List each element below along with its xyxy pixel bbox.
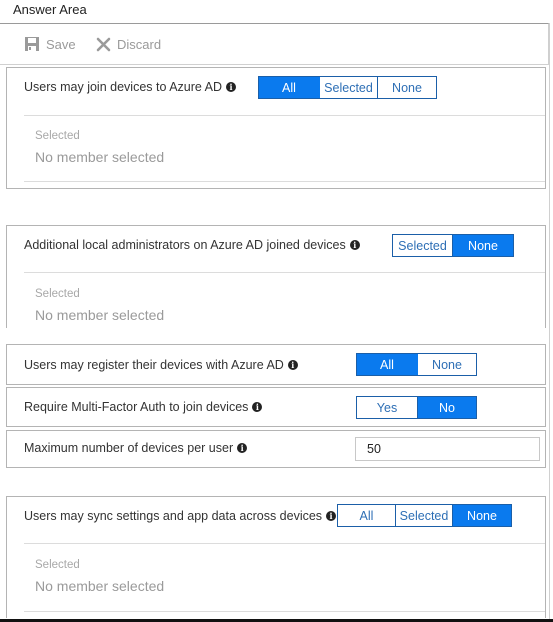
save-button[interactable]: Save: [24, 35, 76, 53]
sync-settings-option-none[interactable]: None: [452, 505, 511, 526]
register-devices-toggle: All None: [356, 353, 477, 376]
join-devices-toggle: All Selected None: [258, 76, 437, 99]
local-admins-toggle: Selected None: [392, 234, 514, 257]
divider: [24, 272, 545, 273]
max-devices-panel: Maximum number of devices per user i 50: [6, 430, 546, 468]
register-devices-panel: Users may register their devices with Az…: [6, 344, 546, 385]
selected-members-value[interactable]: No member selected: [35, 307, 164, 323]
info-icon[interactable]: i: [326, 511, 337, 521]
discard-label: Discard: [117, 36, 162, 52]
local-admins-panel: Additional local administrators on Azure…: [6, 225, 546, 328]
join-devices-option-none[interactable]: None: [377, 77, 436, 98]
toolbar: Save Discard: [0, 23, 549, 65]
require-mfa-label-text: Require Multi-Factor Auth to join device…: [24, 400, 249, 414]
sync-settings-option-all[interactable]: All: [338, 505, 395, 526]
require-mfa-option-yes[interactable]: Yes: [357, 397, 417, 418]
selected-caption: Selected: [35, 288, 80, 300]
divider: [24, 115, 545, 116]
join-devices-label: Users may join devices to Azure AD i: [24, 79, 236, 95]
register-devices-label: Users may register their devices with Az…: [24, 357, 298, 373]
join-devices-option-all[interactable]: All: [259, 77, 319, 98]
answer-area: Answer Area Save Discard Users may join …: [0, 0, 553, 622]
require-mfa-panel: Require Multi-Factor Auth to join device…: [6, 387, 546, 427]
info-icon[interactable]: i: [226, 82, 236, 92]
divider: [24, 181, 545, 182]
sync-settings-label-text: Users may sync settings and app data acr…: [24, 509, 323, 523]
register-devices-option-none[interactable]: None: [417, 354, 476, 375]
join-devices-panel: Users may join devices to Azure AD i All …: [6, 67, 546, 189]
max-devices-label: Maximum number of devices per user i: [24, 440, 248, 456]
join-devices-option-selected[interactable]: Selected: [319, 77, 377, 98]
selected-caption: Selected: [35, 130, 80, 142]
info-icon[interactable]: i: [349, 240, 360, 250]
require-mfa-label: Require Multi-Factor Auth to join device…: [24, 399, 263, 415]
register-devices-label-text: Users may register their devices with Az…: [24, 358, 284, 372]
sync-settings-toggle: All Selected None: [337, 504, 512, 527]
max-devices-input[interactable]: 50: [355, 437, 540, 461]
info-icon[interactable]: i: [237, 443, 248, 453]
info-icon[interactable]: i: [287, 360, 298, 370]
require-mfa-toggle: Yes No: [356, 396, 477, 419]
divider: [24, 611, 545, 612]
x-icon: [96, 37, 111, 52]
floppy-disk-icon: [24, 36, 40, 52]
local-admins-option-selected[interactable]: Selected: [393, 235, 452, 256]
selected-members-value[interactable]: No member selected: [35, 149, 164, 165]
info-icon[interactable]: i: [252, 402, 263, 412]
sync-settings-option-selected[interactable]: Selected: [395, 505, 452, 526]
require-mfa-option-no[interactable]: No: [417, 397, 476, 418]
join-devices-label-text: Users may join devices to Azure AD: [24, 80, 222, 94]
sync-settings-label: Users may sync settings and app data acr…: [24, 508, 337, 524]
local-admins-label: Additional local administrators on Azure…: [24, 237, 360, 253]
local-admins-label-text: Additional local administrators on Azure…: [24, 238, 346, 252]
sync-settings-panel: Users may sync settings and app data acr…: [6, 496, 546, 618]
selected-caption: Selected: [35, 559, 80, 571]
local-admins-option-none[interactable]: None: [452, 235, 513, 256]
selected-members-value[interactable]: No member selected: [35, 578, 164, 594]
save-label: Save: [46, 36, 76, 52]
divider: [24, 543, 545, 544]
scrollbar-edge: [549, 23, 550, 622]
discard-button[interactable]: Discard: [96, 35, 161, 53]
max-devices-label-text: Maximum number of devices per user: [24, 441, 234, 455]
register-devices-option-all[interactable]: All: [357, 354, 417, 375]
answer-area-title: Answer Area: [13, 2, 87, 17]
